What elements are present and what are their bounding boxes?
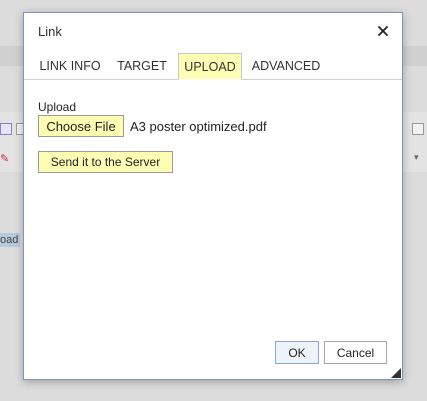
- selected-file-name: A3 poster optimized.pdf: [130, 119, 267, 134]
- tab-target[interactable]: TARGET: [112, 53, 172, 79]
- close-button[interactable]: [374, 22, 392, 40]
- dropdown-arrow-icon[interactable]: ▾: [414, 152, 419, 163]
- close-icon: [378, 26, 388, 36]
- upload-field-label: Upload: [38, 100, 77, 114]
- tab-upload[interactable]: UPLOAD: [178, 53, 242, 80]
- link-dialog: Link LINK INFO TARGET UPLOAD ADVANCED Up…: [23, 12, 403, 380]
- dialog-titlebar[interactable]: Link: [24, 13, 402, 51]
- table-icon[interactable]: [412, 123, 424, 135]
- dialog-title: Link: [38, 24, 62, 39]
- eraser-icon[interactable]: ✎: [0, 152, 12, 165]
- editor-text-fragment: oad: [0, 233, 21, 247]
- tab-advanced[interactable]: ADVANCED: [248, 53, 324, 79]
- dialog-tabs: LINK INFO TARGET UPLOAD ADVANCED: [24, 53, 402, 80]
- resize-grip-icon[interactable]: [391, 368, 401, 378]
- editor-toolbar-icon[interactable]: [0, 123, 12, 135]
- cancel-button[interactable]: Cancel: [324, 341, 387, 364]
- choose-file-button[interactable]: Choose File: [38, 115, 124, 137]
- tab-link-info[interactable]: LINK INFO: [34, 53, 106, 79]
- send-to-server-button[interactable]: Send it to the Server: [38, 151, 173, 173]
- ok-button[interactable]: OK: [275, 341, 319, 364]
